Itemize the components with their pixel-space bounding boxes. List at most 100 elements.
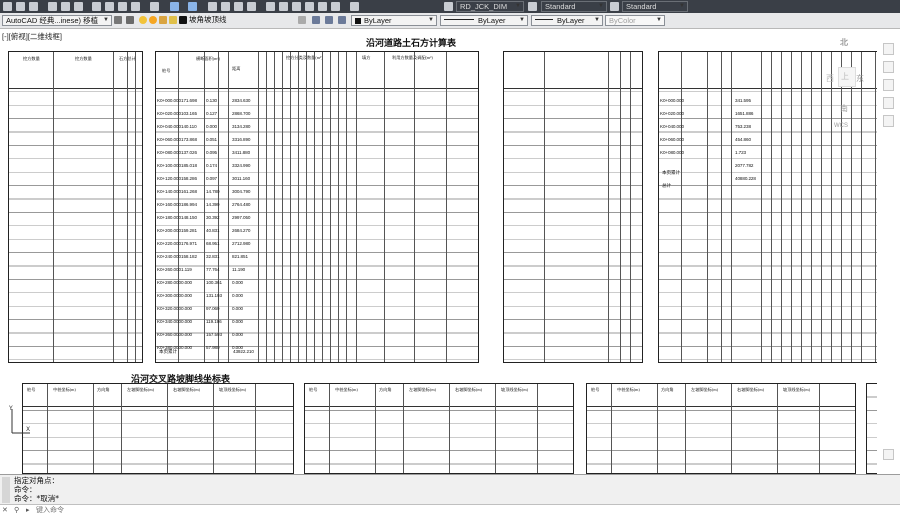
steering-wheel-icon[interactable] — [883, 43, 894, 55]
zoom-nav-icon[interactable] — [883, 79, 894, 91]
pan-icon[interactable] — [208, 2, 217, 11]
command-history-line-3: 命令：*取消* — [14, 494, 59, 503]
lineweight-select[interactable]: ByLayer ▼ — [531, 15, 603, 26]
cut-volume-cell: 3324.990 — [232, 163, 251, 168]
undo-icon[interactable] — [170, 2, 179, 11]
tablestyle-icon[interactable] — [528, 2, 537, 11]
markup-icon[interactable] — [318, 2, 327, 11]
workspace-select[interactable]: AutoCAD 经典...inese) 移植 ▼ — [2, 15, 112, 26]
dim-style-select[interactable]: RD_JCK_DIM ▼ — [456, 1, 524, 12]
layer-dropdown-icon[interactable] — [298, 16, 306, 24]
new-icon[interactable] — [3, 2, 12, 11]
coordinate-table-2-header: 桩号 中桩坐标(m) 方向角 左坡脚坐标(m) 右坡脚坐标(m) 坡顶线坐标(m) — [305, 384, 573, 407]
station-cell: K0+060.000 — [157, 137, 181, 142]
area-fill-cell: 32.831 — [206, 254, 220, 259]
layer-on-icon[interactable] — [139, 16, 147, 24]
layer-properties-icon[interactable] — [126, 16, 134, 24]
showmotion-nav-icon[interactable] — [883, 115, 894, 127]
area-fill-cell: 0.051 — [206, 137, 217, 142]
left-cut-table: 挖方数量 挖方数量 石方总计 — [8, 51, 143, 363]
workspace-settings-icon[interactable] — [114, 16, 122, 24]
save-icon[interactable] — [29, 2, 38, 11]
tool-palettes-icon[interactable] — [292, 2, 301, 11]
coordinate-header-cell: 左坡脚坐标(m) — [127, 387, 154, 392]
area-cut-cell: 1.119 — [181, 267, 192, 272]
zoom-window-icon[interactable] — [234, 2, 243, 11]
cut-volume-cell: 2868.700 — [232, 111, 251, 116]
area-fill-cell: 57.980 — [206, 345, 220, 350]
paste-icon[interactable] — [118, 2, 127, 11]
table-style-select[interactable]: Standard ▼ — [622, 1, 688, 12]
orbit-nav-icon[interactable] — [883, 97, 894, 109]
design-center-icon[interactable] — [279, 2, 288, 11]
layer-lock-icon[interactable] — [159, 16, 167, 24]
right-station-cell: K0+080.000 — [660, 150, 684, 155]
cut-icon[interactable] — [92, 2, 101, 11]
mleaderstyle-icon[interactable] — [610, 2, 619, 11]
viewcube-east[interactable]: 东 — [856, 73, 864, 84]
quickcalc-icon[interactable] — [331, 2, 340, 11]
area-fill-cell: 68.951 — [206, 241, 220, 246]
command-input-bar[interactable]: ✕ ⚲ ▸ — [0, 504, 900, 515]
coordinate-header-cell: 桩号 — [591, 387, 600, 392]
linetype-select[interactable]: ByLayer ▼ — [440, 15, 528, 26]
area-fill-cell: 77.764 — [206, 267, 220, 272]
nav-bar-settings-icon[interactable] — [883, 449, 894, 460]
layer-plot-icon[interactable] — [169, 16, 177, 24]
cut-volume-cell: 0.000 — [232, 293, 243, 298]
cut-volume-cell: 3011.160 — [232, 176, 251, 181]
sheet-set-icon[interactable] — [305, 2, 314, 11]
viewport-controls-label[interactable]: [-][俯视][二维线框] — [2, 31, 62, 42]
coordinate-header-cell: 方向角 — [379, 387, 392, 392]
station-cell: K0+220.000 — [157, 241, 181, 246]
area-fill-cell: 157.593 — [206, 332, 222, 337]
plotstyle-select[interactable]: ByColor ▼ — [605, 15, 665, 26]
station-cell: K0+240.000 — [157, 254, 181, 259]
right-value-cell: 40880.228 — [735, 176, 756, 181]
area-fill-cell: 40.831 — [206, 228, 220, 233]
viewcube-west[interactable]: 西 — [826, 73, 834, 84]
area-fill-cell: 100.361 — [206, 280, 222, 285]
plot-icon[interactable] — [48, 2, 57, 11]
viewcube-top-label: 上 — [841, 72, 849, 81]
right-station-cell: K0+040.000 — [660, 124, 684, 129]
area-cut-cell: 185.018 — [181, 163, 197, 168]
viewcube-south[interactable]: 南 — [840, 103, 848, 114]
viewcube-top-face[interactable]: 上 — [838, 67, 856, 87]
cut-volume-cell: 3004.790 — [232, 189, 251, 194]
publish-icon[interactable] — [74, 2, 83, 11]
make-current-layer-icon[interactable] — [312, 16, 320, 24]
right-value-cell: 454.860 — [735, 137, 751, 142]
zoom-previous-icon[interactable] — [247, 2, 256, 11]
viewcube-wcs[interactable]: WCS — [834, 123, 848, 129]
drawing-canvas[interactable]: [-][俯视][二维线框] 沿河道路土石方计算表 沿河交叉路坡脚线坐标表 挖方数… — [0, 29, 900, 474]
color-select[interactable]: ByLayer ▼ — [351, 15, 437, 26]
redo-icon[interactable] — [188, 2, 197, 11]
open-icon[interactable] — [16, 2, 25, 11]
area-fill-cell: 14.399 — [206, 202, 220, 207]
properties-icon[interactable] — [266, 2, 275, 11]
dimstyle-icon[interactable] — [444, 2, 453, 11]
plot-preview-icon[interactable] — [61, 2, 70, 11]
area-fill-cell: 0.095 — [206, 150, 217, 155]
layer-select[interactable]: 坡角坡顶线 — [186, 15, 296, 26]
text-style-select[interactable]: Standard ▼ — [541, 1, 607, 12]
layer-states-icon[interactable] — [338, 16, 346, 24]
match-properties-icon[interactable] — [131, 2, 140, 11]
help-icon[interactable] — [350, 2, 359, 11]
zoom-realtime-icon[interactable] — [221, 2, 230, 11]
ucs-icon: Y X — [8, 405, 30, 434]
copy-icon[interactable] — [105, 2, 114, 11]
command-window-grip[interactable] — [2, 477, 10, 503]
block-editor-icon[interactable] — [150, 2, 159, 11]
area-fill-cell: 14.780 — [206, 189, 220, 194]
middle-table-header — [504, 52, 642, 89]
area-fill-cell: 30.392 — [206, 215, 220, 220]
layer-previous-icon[interactable] — [325, 16, 333, 24]
viewcube[interactable]: 北 西 东 上 南 WCS — [826, 33, 868, 129]
cut-volume-cell: 2684.270 — [232, 228, 251, 233]
layer-freeze-icon[interactable] — [149, 16, 157, 24]
pan-nav-icon[interactable] — [883, 61, 894, 73]
viewcube-north[interactable]: 北 — [840, 37, 848, 48]
area-cut-cell: 0.000 — [181, 332, 192, 337]
